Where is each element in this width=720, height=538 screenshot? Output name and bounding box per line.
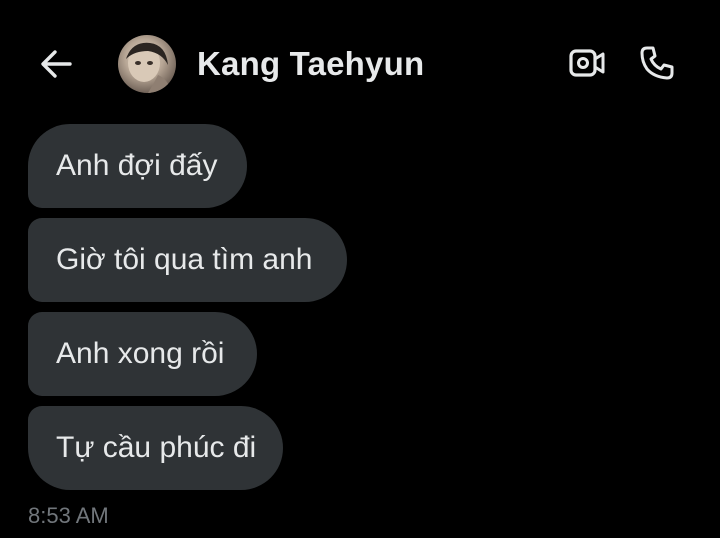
arrow-left-icon bbox=[41, 50, 72, 78]
message-timestamp: 8:53 AM bbox=[28, 503, 109, 528]
video-camera-icon bbox=[569, 49, 605, 77]
message-bubble[interactable]: Giờ tôi qua tìm anh bbox=[28, 218, 347, 302]
dm-conversation-screen: Kang Taehyun Anh đợi đấy Giờ tôi qua tìm… bbox=[0, 0, 720, 538]
avatar-photo bbox=[126, 42, 172, 93]
phone-icon bbox=[640, 46, 674, 80]
message-bubble[interactable]: Anh đợi đấy bbox=[28, 124, 247, 208]
avatar[interactable] bbox=[118, 35, 176, 93]
message-bubble[interactable]: Tự cầu phúc đi bbox=[28, 406, 283, 490]
contact-name[interactable]: Kang Taehyun bbox=[197, 44, 424, 84]
message-bubble[interactable]: Anh xong rồi bbox=[28, 312, 257, 396]
voice-call-button[interactable] bbox=[636, 42, 678, 84]
back-button[interactable] bbox=[36, 44, 76, 84]
conversation-header: Kang Taehyun bbox=[0, 0, 720, 126]
video-call-button[interactable] bbox=[566, 42, 608, 84]
